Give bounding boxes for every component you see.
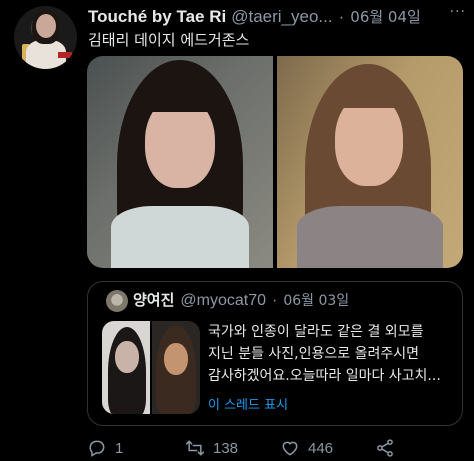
avatar-face-shape — [36, 14, 56, 38]
quoted-text-line: 국가와 인종이 달라도 같은 결 외모를 — [208, 324, 424, 340]
avatar-red-shape — [58, 52, 72, 58]
retweet-button[interactable]: 138 — [185, 438, 238, 458]
tweet-date[interactable]: 06월 04일 — [350, 6, 421, 27]
photo1-bangs-shape — [141, 78, 219, 112]
quoted-tweet-text: 국가와 인종이 달라도 같은 결 외모를 지닌 분들 사진,인용으로 올려주시면… — [208, 321, 458, 387]
quoted-author-avatar[interactable] — [106, 290, 128, 312]
retweet-icon — [185, 440, 205, 456]
header-separator: · — [338, 7, 345, 26]
quoted-tweet[interactable]: 양여진 @myocat70 · 06월 03일 국가와 인종이 달라도 같은 결… — [87, 281, 463, 426]
quoted-photo2-face-shape — [164, 343, 188, 375]
quoted-author-handle: @myocat70 — [180, 292, 267, 309]
author-avatar[interactable] — [14, 6, 77, 69]
photo2-sweater-shape — [297, 206, 443, 268]
tweet-photo-2[interactable] — [277, 56, 463, 268]
photo1-shirt-shape — [111, 206, 249, 268]
quoted-photo1-face-shape — [115, 341, 139, 373]
like-count: 446 — [308, 439, 334, 457]
tweet-actions: 1 138 446 — [87, 438, 467, 460]
show-thread-link[interactable]: 이 스레드 표시 — [208, 394, 288, 413]
more-options-icon[interactable]: ··· — [450, 4, 466, 20]
tweet-media-grid — [87, 56, 463, 268]
reply-icon — [89, 440, 105, 457]
quoted-author-name: 양여진 — [133, 291, 175, 309]
reply-button[interactable]: 1 — [87, 438, 123, 458]
quoted-photo-1 — [102, 321, 150, 414]
heart-icon — [282, 441, 298, 456]
quoted-text-line: 감사하겠어요.오늘따라 일마다 사고치... — [208, 368, 441, 384]
tweet-text: 김태리 데이지 에드거존스 — [88, 31, 250, 49]
author-handle[interactable]: @taeri_yeo... — [231, 7, 332, 27]
reply-count: 1 — [115, 439, 124, 457]
author-name[interactable]: Touché by Tae Ri — [88, 7, 226, 27]
share-icon — [377, 439, 393, 457]
like-button[interactable]: 446 — [280, 438, 333, 458]
quoted-tweet-date: 06월 03일 — [283, 293, 350, 309]
retweet-count: 138 — [213, 439, 239, 457]
photo2-bangs-shape — [331, 78, 407, 108]
tweet-photo-1[interactable] — [87, 56, 273, 268]
quoted-text-line: 지닌 분들 사진,인용으로 올려주시면 — [208, 346, 419, 362]
quoted-header-separator: · — [272, 292, 278, 309]
share-button[interactable] — [375, 438, 403, 458]
quoted-photo-2 — [152, 321, 200, 414]
tweet-header: Touché by Tae Ri @taeri_yeo... · 06월 04일 — [88, 6, 468, 26]
quoted-tweet-header: 양여진 @myocat70 · 06월 03일 — [133, 289, 349, 310]
